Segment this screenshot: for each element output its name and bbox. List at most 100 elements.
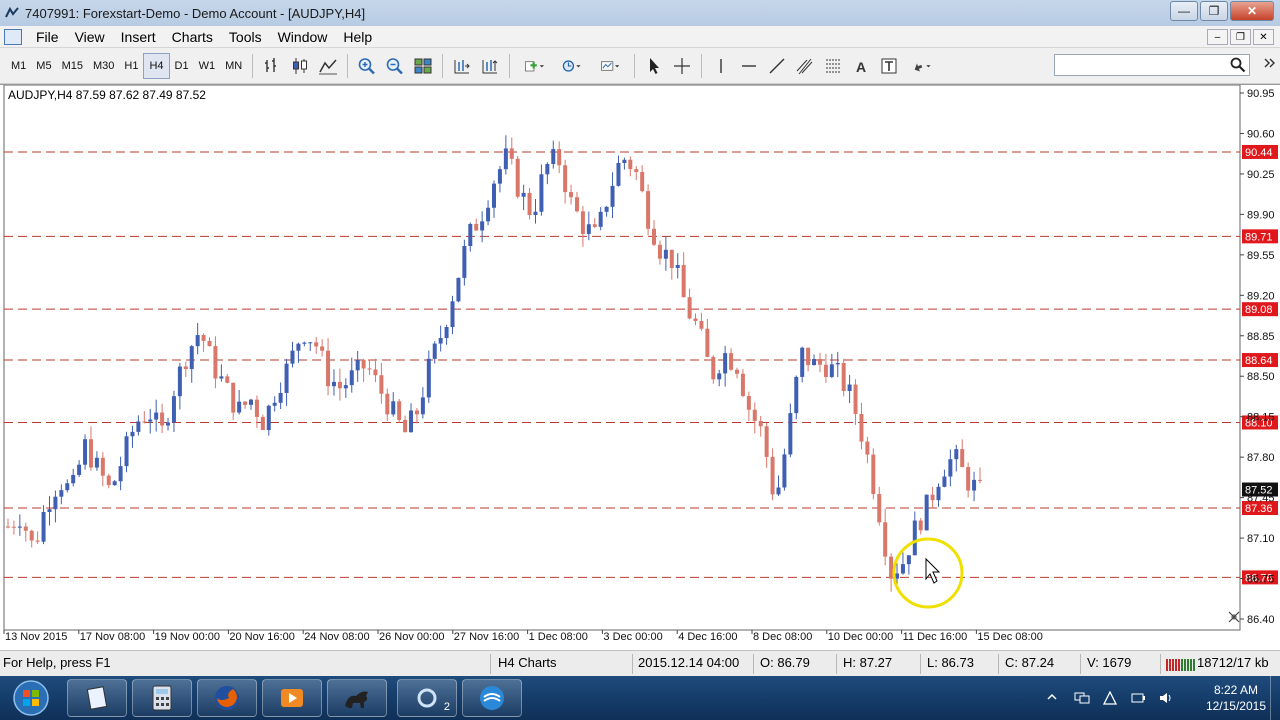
candle-body	[954, 449, 959, 460]
candle-body	[705, 328, 710, 357]
timeframe-m1[interactable]: M1	[6, 53, 31, 79]
time-axis-label: 11 Dec 16:00	[903, 631, 968, 643]
taskbar-browser-group[interactable]: 2	[397, 679, 457, 717]
bar-chart-icon[interactable]	[258, 53, 286, 79]
price-axis-label: 88.15	[1247, 412, 1275, 424]
price-axis-label: 87.45	[1247, 493, 1275, 505]
chart-close-button[interactable]: ✕	[1253, 29, 1274, 45]
candle-body	[237, 401, 242, 413]
candle-body	[829, 364, 834, 377]
candle-body	[622, 159, 627, 163]
menu-insert[interactable]: Insert	[113, 26, 164, 48]
candle-body	[574, 197, 579, 212]
menu-help[interactable]: Help	[335, 26, 380, 48]
arrows-icon[interactable]	[903, 53, 941, 79]
crosshair-icon[interactable]	[668, 53, 696, 79]
equidistant-channel-icon[interactable]	[791, 53, 819, 79]
taskbar-media-player[interactable]	[262, 679, 322, 717]
line-chart-icon[interactable]	[314, 53, 342, 79]
candle-body	[6, 526, 10, 528]
indicators-icon[interactable]	[515, 53, 553, 79]
fibonacci-icon[interactable]	[819, 53, 847, 79]
status-traffic: 18712/17 kb	[1197, 655, 1269, 670]
taskbar-firefox[interactable]	[197, 679, 257, 717]
candle-body	[841, 362, 846, 392]
candle-body	[166, 422, 171, 426]
text-label-icon[interactable]	[875, 53, 903, 79]
taskbar-clock[interactable]: 8:22 AM 12/15/2015	[1206, 682, 1266, 714]
zoom-in-icon[interactable]	[353, 53, 381, 79]
plot-area	[3, 85, 1241, 631]
chart-scale-fix-icon[interactable]	[1228, 611, 1240, 626]
timeframe-mn[interactable]: MN	[220, 53, 247, 79]
zoom-out-icon[interactable]	[381, 53, 409, 79]
close-button[interactable]: ✕	[1230, 1, 1274, 21]
search-icon[interactable]	[1230, 57, 1246, 76]
templates-icon[interactable]	[591, 53, 629, 79]
candle-body	[592, 224, 597, 227]
vertical-line-icon[interactable]	[707, 53, 735, 79]
taskbar-calculator[interactable]	[132, 679, 192, 717]
candle-body	[409, 410, 414, 433]
tray-action-center-icon[interactable]	[1102, 690, 1118, 705]
candlestick-chart-icon[interactable]	[286, 53, 314, 79]
text-tool-icon[interactable]: A	[847, 53, 875, 79]
auto-scroll-icon[interactable]	[476, 53, 504, 79]
tray-expand-icon[interactable]	[1046, 691, 1062, 705]
candle-body	[978, 479, 982, 481]
candle-body	[906, 555, 911, 565]
candle-body	[71, 474, 76, 484]
menu-tools[interactable]: Tools	[221, 26, 270, 48]
menu-charts[interactable]: Charts	[164, 26, 221, 48]
timeframe-m30[interactable]: M30	[88, 53, 119, 79]
timeframe-d1[interactable]: D1	[170, 53, 194, 79]
timeframe-h1[interactable]: H1	[119, 53, 143, 79]
start-button[interactable]	[6, 678, 56, 718]
taskbar-metatrader[interactable]	[327, 679, 387, 717]
tray-power-icon[interactable]	[1130, 691, 1146, 705]
candle-body	[355, 359, 360, 371]
chart-window[interactable]: 90.44 89.71 89.08 88.64 88.10 87.36 86.76 87.52…	[0, 84, 1280, 649]
chart-restore-button[interactable]: ❐	[1230, 29, 1251, 45]
chart-shift-icon[interactable]	[448, 53, 476, 79]
candle-body	[11, 526, 16, 528]
windows-logo-icon	[13, 680, 49, 716]
menu-window[interactable]: Window	[270, 26, 336, 48]
taskbar-notepad[interactable]	[67, 679, 127, 717]
periodicity-icon[interactable]	[553, 53, 591, 79]
time-axis-label: 27 Nov 16:00	[454, 631, 519, 643]
trendline-icon[interactable]	[763, 53, 791, 79]
time-axis-label: 20 Nov 16:00	[229, 631, 294, 643]
candle-body	[106, 475, 111, 486]
time-axis-label: 13 Nov 2015	[5, 631, 67, 643]
timeframe-w1[interactable]: W1	[194, 53, 221, 79]
timeframe-h4[interactable]: H4	[143, 52, 170, 79]
candle-body	[100, 457, 105, 476]
candle-body	[515, 158, 520, 197]
candle-body	[652, 228, 657, 245]
toolbar-overflow-icon[interactable]	[1262, 56, 1276, 74]
level-price-label: 87.36	[1245, 503, 1273, 515]
tile-windows-icon[interactable]	[409, 53, 437, 79]
horizontal-line-icon[interactable]	[735, 53, 763, 79]
time-axis-label: 3 Dec 00:00	[603, 631, 662, 643]
chart-minimize-button[interactable]: –	[1207, 29, 1228, 45]
status-volume: V: 1679	[1087, 655, 1132, 670]
cursor-icon[interactable]	[640, 53, 668, 79]
search-input[interactable]	[1054, 54, 1250, 76]
candle-body	[480, 221, 485, 231]
show-desktop-button[interactable]	[1270, 676, 1280, 720]
tray-volume-icon[interactable]	[1158, 691, 1174, 705]
maximize-button[interactable]: ❐	[1200, 1, 1228, 21]
chart-window-icon[interactable]	[4, 28, 22, 45]
price-chart[interactable]: 90.4489.7189.0888.6488.1087.3686.7687.52…	[0, 85, 1280, 650]
candle-body	[788, 413, 793, 455]
menu-file[interactable]: File	[28, 26, 67, 48]
tray-network-icon[interactable]	[1074, 691, 1090, 705]
menu-view[interactable]: View	[67, 26, 113, 48]
timeframe-m15[interactable]: M15	[57, 53, 88, 79]
taskbar-messenger[interactable]	[462, 679, 522, 717]
timeframe-m5[interactable]: M5	[31, 53, 56, 79]
minimize-button[interactable]: —	[1170, 1, 1198, 21]
candle-body	[735, 369, 739, 374]
